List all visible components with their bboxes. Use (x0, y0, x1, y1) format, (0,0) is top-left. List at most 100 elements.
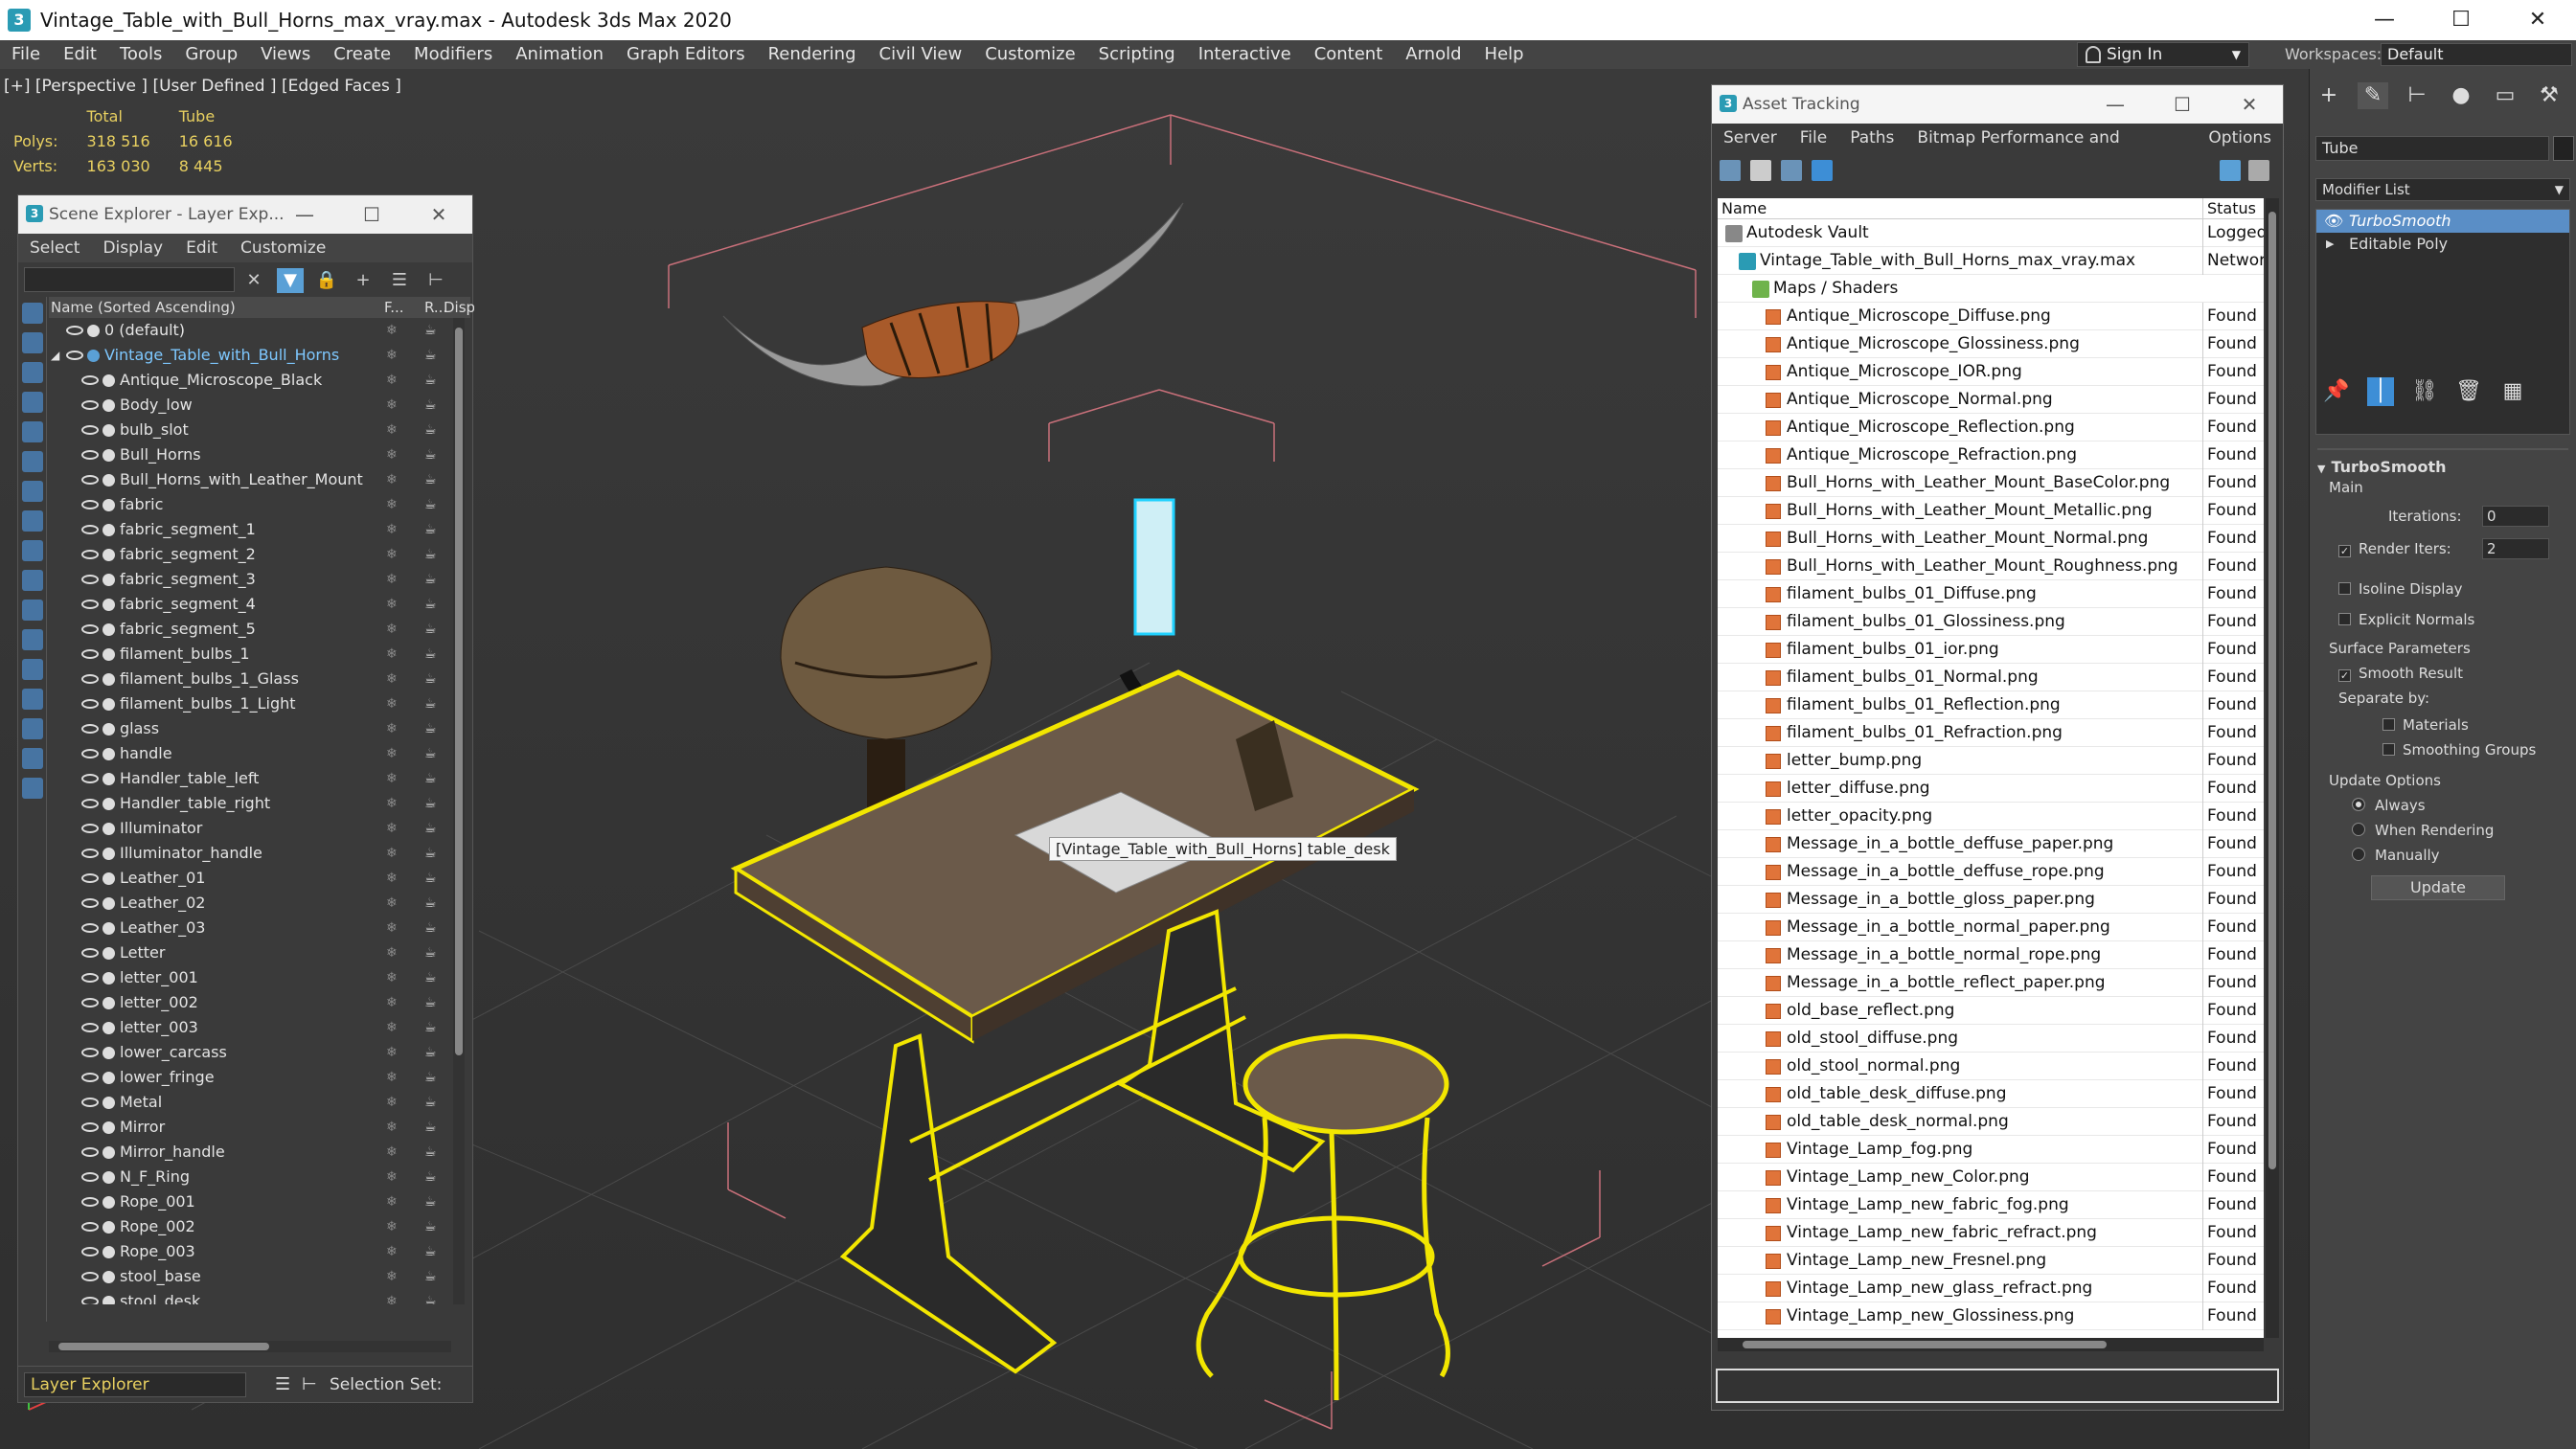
hierarchy-icon[interactable]: ⊢ (422, 268, 449, 293)
asset-row[interactable]: filament_bulbs_01_Diffuse.png Found (1718, 580, 2264, 608)
renderable-icon[interactable]: ☕ (424, 318, 437, 343)
freeze-icon[interactable]: ❄ (386, 1040, 398, 1065)
renderable-icon[interactable]: ☕ (424, 1189, 437, 1214)
pin-icon[interactable] (2248, 160, 2269, 181)
asset-row[interactable]: Antique_Microscope_Reflection.png Found (1718, 414, 2264, 441)
visibility-eye-icon[interactable] (81, 575, 99, 584)
freeze-icon[interactable]: ❄ (386, 816, 398, 841)
renderable-icon[interactable]: ☕ (424, 1040, 437, 1065)
freeze-icon[interactable]: ❄ (386, 965, 398, 990)
visibility-eye-icon[interactable] (81, 799, 99, 808)
visibility-eye-icon[interactable] (81, 749, 99, 758)
menu-group[interactable]: Group (173, 40, 249, 69)
menu-interactive[interactable]: Interactive (1187, 40, 1303, 69)
freeze-icon[interactable]: ❄ (386, 1214, 398, 1239)
asset-row[interactable]: Vintage_Lamp_new_Color.png Found (1718, 1164, 2264, 1191)
freeze-icon[interactable]: ❄ (386, 1289, 398, 1304)
scene-search-input[interactable] (24, 267, 235, 292)
renderable-icon[interactable]: ☕ (424, 766, 437, 791)
expand-arrow-icon[interactable]: ◢ (51, 343, 59, 368)
asset-row[interactable]: Antique_Microscope_Refraction.png Found (1718, 441, 2264, 469)
object-name-field[interactable]: Tube (2315, 136, 2549, 161)
renderable-icon[interactable]: ☕ (424, 418, 437, 442)
asset-row[interactable]: Antique_Microscope_Diffuse.png Found (1718, 303, 2264, 330)
renderable-icon[interactable]: ☕ (424, 492, 437, 517)
freeze-icon[interactable]: ❄ (386, 393, 398, 418)
renderable-icon[interactable]: ☕ (424, 940, 437, 965)
menu-options[interactable]: Options (2197, 124, 2283, 152)
explicit-normals-checkbox[interactable] (2338, 613, 2351, 625)
scene-row[interactable]: Rope_002 ❄ ☕ (49, 1214, 451, 1239)
renderable-icon[interactable]: ☕ (424, 1015, 437, 1040)
scene-row[interactable]: Rope_001 ❄ ☕ (49, 1189, 451, 1214)
scene-row[interactable]: Letter ❄ ☕ (49, 940, 451, 965)
expand-arrow-icon[interactable]: ▶ (2326, 233, 2334, 256)
freeze-icon[interactable]: ❄ (386, 667, 398, 691)
scene-row[interactable]: fabric_segment_2 ❄ ☕ (49, 542, 451, 567)
asset-row[interactable]: Vintage_Lamp_new_Glossiness.png Found (1718, 1302, 2264, 1330)
freeze-icon[interactable]: ❄ (386, 368, 398, 393)
renderable-icon[interactable]: ☕ (424, 716, 437, 741)
visibility-eye-icon[interactable] (81, 375, 99, 385)
renderable-icon[interactable]: ☕ (424, 393, 437, 418)
scene-row[interactable]: bulb_slot ❄ ☕ (49, 418, 451, 442)
modify-tab-icon[interactable]: ✎ (2358, 82, 2388, 109)
asset-row[interactable]: Message_in_a_bottle_deffuse_paper.png Fou… (1718, 830, 2264, 858)
scene-horizontal-scrollbar[interactable] (49, 1341, 451, 1352)
renderable-icon[interactable]: ☕ (424, 791, 437, 816)
render-iters-spinner[interactable]: 2 (2482, 538, 2549, 559)
maximize-icon[interactable]: ☐ (2149, 85, 2216, 124)
menu-server[interactable]: Server (1712, 124, 1789, 152)
freeze-icon[interactable]: ❄ (386, 318, 398, 343)
layers-icon[interactable]: ☰ (386, 268, 413, 293)
menu-graph-editors[interactable]: Graph Editors (615, 40, 757, 69)
tree-view-icon[interactable] (1812, 160, 1833, 181)
visibility-eye-icon[interactable] (81, 1297, 99, 1304)
col-status-header[interactable]: Status (2202, 198, 2256, 219)
asset-row[interactable]: Bull_Horns_with_Leather_Mount_BaseColor.… (1718, 469, 2264, 497)
asset-row[interactable]: Bull_Horns_with_Leather_Mount_Metallic.p… (1718, 497, 2264, 525)
asset-row[interactable]: old_stool_diffuse.png Found (1718, 1025, 2264, 1053)
eye-icon[interactable]: 👁 (2324, 210, 2343, 233)
maximize-icon[interactable]: ☐ (2423, 0, 2499, 40)
freeze-icon[interactable]: ❄ (386, 467, 398, 492)
asset-row[interactable]: Antique_Microscope_IOR.png Found (1718, 358, 2264, 386)
display-cameras-icon[interactable] (22, 392, 43, 413)
filter-icon[interactable]: ▼ (277, 268, 304, 293)
object-color-swatch[interactable] (2553, 136, 2574, 161)
visibility-eye-icon[interactable] (81, 525, 99, 534)
menu-scripting[interactable]: Scripting (1087, 40, 1187, 69)
freeze-icon[interactable]: ❄ (386, 1189, 398, 1214)
add-layer-icon[interactable]: + (350, 268, 376, 293)
menu-file[interactable]: File (1789, 124, 1838, 152)
visibility-eye-icon[interactable] (81, 1098, 99, 1107)
visibility-eye-icon[interactable] (66, 326, 83, 335)
asset-row[interactable]: old_stool_normal.png Found (1718, 1053, 2264, 1080)
visibility-eye-icon[interactable] (81, 1247, 99, 1257)
freeze-icon[interactable]: ❄ (386, 866, 398, 891)
filter-funnel-icon[interactable] (22, 748, 43, 769)
scene-row[interactable]: stool_base ❄ ☕ (49, 1264, 451, 1289)
freeze-icon[interactable]: ❄ (386, 1239, 398, 1264)
visibility-eye-icon[interactable] (81, 450, 99, 460)
menu-edit[interactable]: Edit (174, 234, 229, 262)
close-icon[interactable]: ✕ (2216, 85, 2283, 124)
scene-row[interactable]: Leather_01 ❄ ☕ (49, 866, 451, 891)
turbosmooth-header[interactable]: ▼ TurboSmooth (2317, 456, 2568, 479)
freeze-icon[interactable]: ❄ (386, 517, 398, 542)
clear-search-icon[interactable]: ✕ (240, 268, 267, 293)
scene-row[interactable]: filament_bulbs_1_Glass ❄ ☕ (49, 667, 451, 691)
display-tab-icon[interactable]: ▭ (2490, 82, 2520, 109)
freeze-icon[interactable]: ❄ (386, 891, 398, 916)
table-view-icon[interactable] (1781, 160, 1802, 181)
asset-row[interactable]: Message_in_a_bottle_reflect_paper.png Fou… (1718, 969, 2264, 997)
visibility-eye-icon[interactable] (81, 873, 99, 883)
scene-row[interactable]: stool_desk ❄ ☕ (49, 1289, 451, 1304)
asset-row[interactable]: Message_in_a_bottle_gloss_paper.png Found (1718, 886, 2264, 914)
scene-row[interactable]: letter_003 ❄ ☕ (49, 1015, 451, 1040)
asset-row[interactable]: old_table_desk_normal.png Found (1718, 1108, 2264, 1136)
asset-row[interactable]: Message_in_a_bottle_normal_paper.png Foun… (1718, 914, 2264, 941)
hierarchy-tab-icon[interactable]: ⊢ (2402, 82, 2432, 109)
display-none-icon[interactable] (22, 689, 43, 710)
visibility-eye-icon[interactable] (81, 500, 99, 509)
